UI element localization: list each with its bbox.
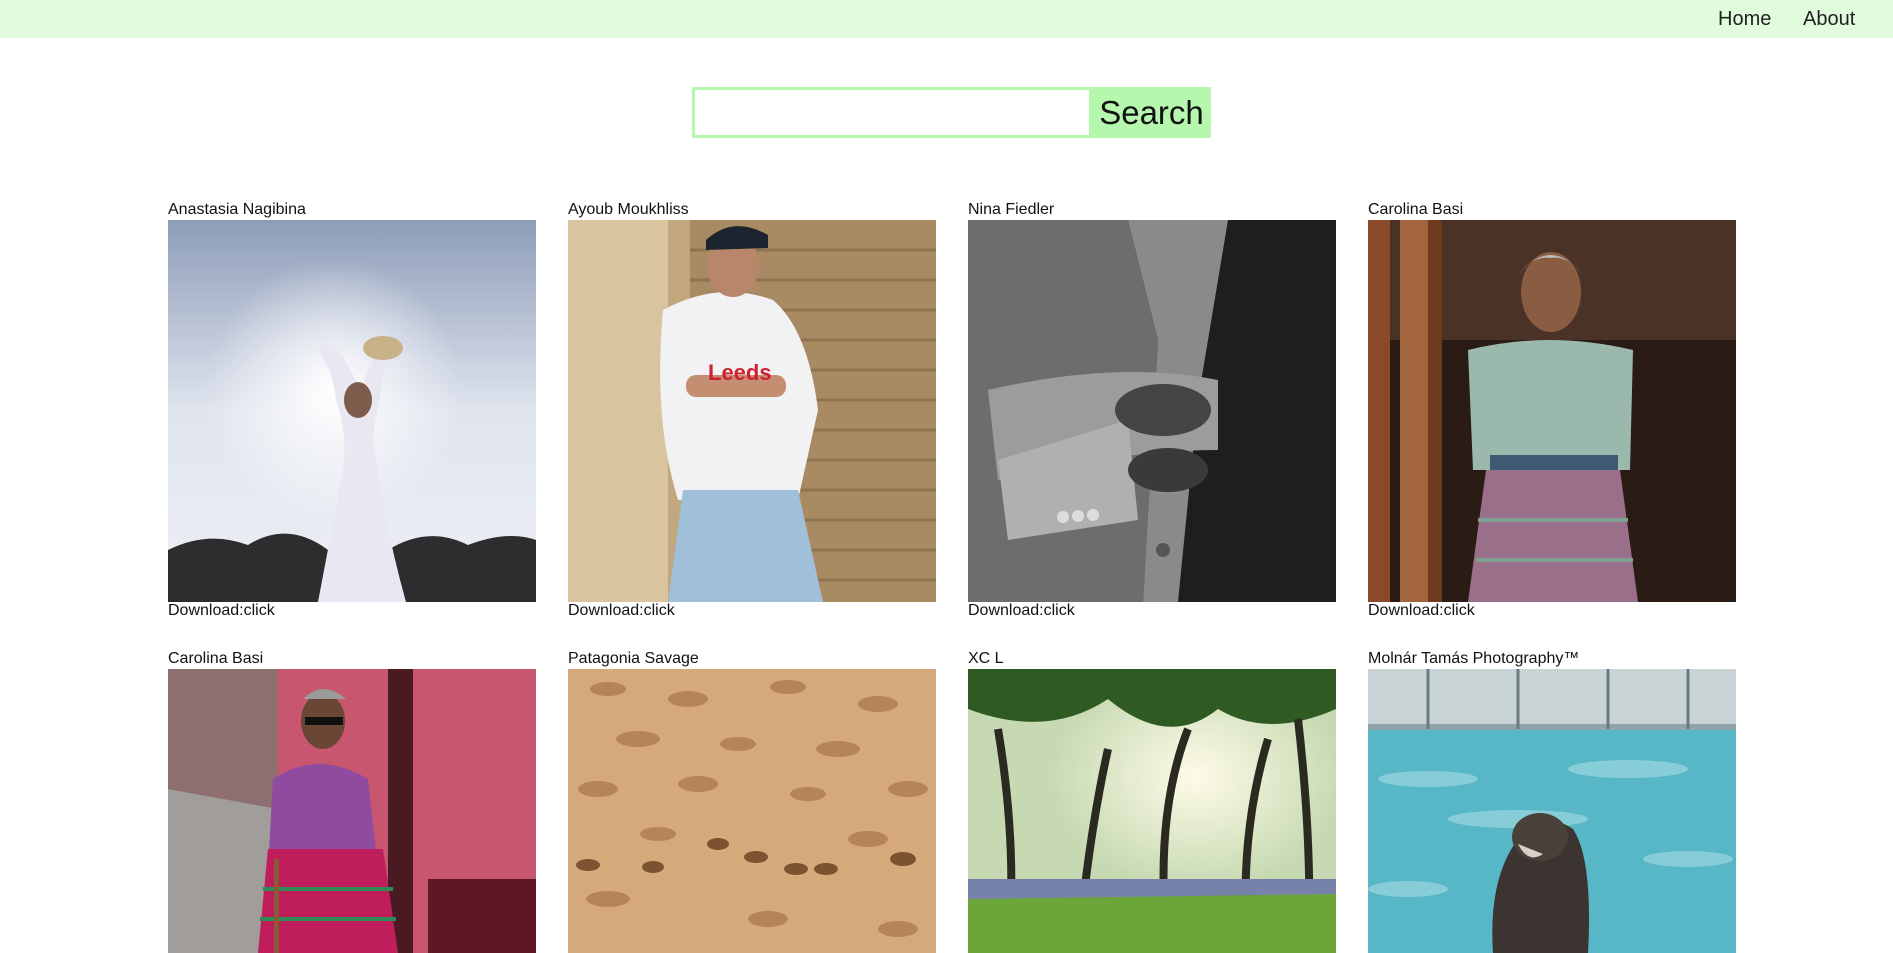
nav-about-link[interactable]: About xyxy=(1803,8,1855,30)
download-row: Download:click xyxy=(168,602,275,620)
download-label: Download: xyxy=(568,602,644,619)
photo-author: Molnár Tamás Photography™ xyxy=(1368,650,1580,667)
search-input[interactable] xyxy=(692,87,1092,138)
download-row: Download:click xyxy=(568,602,675,620)
photo-author: Anastasia Nagibina xyxy=(168,201,306,218)
download-row: Download:click xyxy=(968,602,1075,620)
top-nav-bar: Home About xyxy=(0,0,1893,38)
svg-text:Leeds: Leeds xyxy=(708,360,772,385)
download-label: Download: xyxy=(968,602,1044,619)
download-link[interactable]: click xyxy=(244,602,275,619)
man-leaning-on-wall-photo[interactable]: Leeds xyxy=(568,220,936,602)
elderly-woman-portrait-photo[interactable] xyxy=(1368,220,1736,602)
photo-author: XC L xyxy=(968,650,1004,667)
sea-lion-pool-photo[interactable] xyxy=(1368,669,1736,953)
woman-holding-bouquet-photo[interactable] xyxy=(168,220,536,602)
nav-home-link[interactable]: Home xyxy=(1718,8,1771,30)
photo-author: Carolina Basi xyxy=(1368,201,1464,218)
download-label: Download: xyxy=(1368,602,1444,619)
photo-author: Ayoub Moukhliss xyxy=(568,201,689,218)
download-link[interactable]: click xyxy=(644,602,675,619)
download-label: Download: xyxy=(168,602,244,619)
photo-author: Carolina Basi xyxy=(168,650,264,667)
woman-walking-street-photo[interactable] xyxy=(168,669,536,953)
search-button[interactable]: Search xyxy=(1092,87,1211,138)
photo-author: Patagonia Savage xyxy=(568,650,699,667)
deer-grassland-photo[interactable] xyxy=(568,669,936,953)
photo-author: Nina Fiedler xyxy=(968,201,1055,218)
forest-trees-photo[interactable] xyxy=(968,669,1336,953)
download-row: Download:click xyxy=(1368,602,1475,620)
download-link[interactable]: click xyxy=(1044,602,1075,619)
suit-cufflinks-photo[interactable] xyxy=(968,220,1336,602)
download-link[interactable]: click xyxy=(1444,602,1475,619)
search-form: Search xyxy=(692,87,1211,138)
